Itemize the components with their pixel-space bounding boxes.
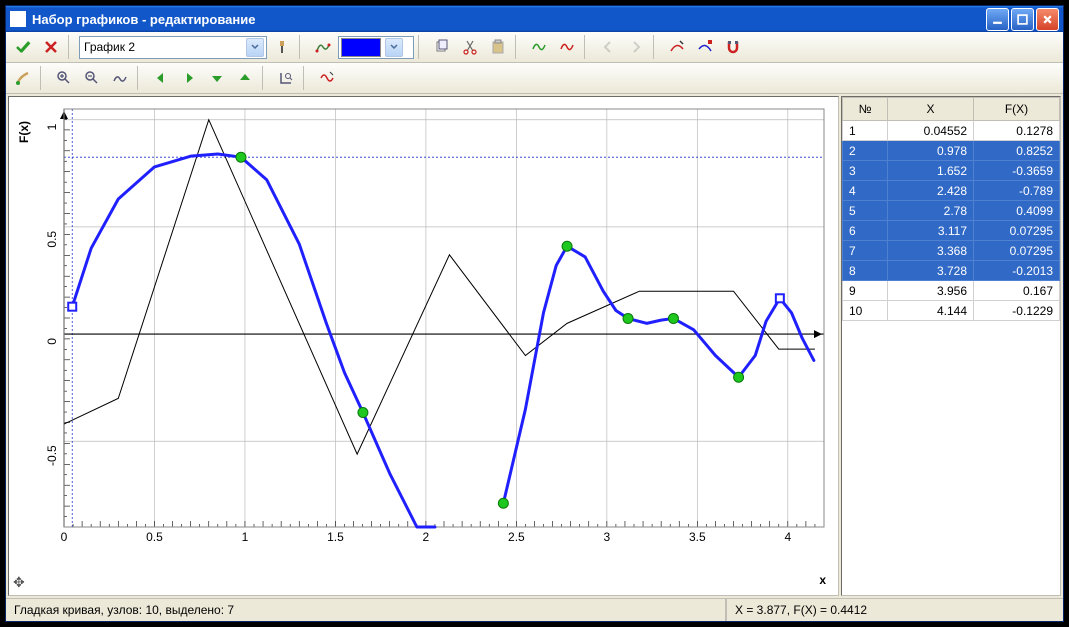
zoom-fit-icon[interactable] bbox=[107, 65, 133, 91]
chart-canvas[interactable]: 0 0.5 1 1.5 2 2.5 3 3.5 4 -0.5 0 0.5 1 bbox=[9, 97, 839, 557]
arrow-left-icon[interactable] bbox=[595, 34, 621, 60]
zoom-in-icon[interactable] bbox=[51, 65, 77, 91]
zoom-out-icon[interactable] bbox=[79, 65, 105, 91]
accept-icon[interactable] bbox=[10, 34, 36, 60]
status-left: Гладкая кривая, узлов: 10, выделено: 7 bbox=[6, 599, 726, 621]
graph-select[interactable]: График 2 bbox=[79, 36, 267, 59]
table-row[interactable]: 31.652-0.3659 bbox=[843, 161, 1060, 181]
curve-tool-icon[interactable] bbox=[310, 34, 336, 60]
svg-text:0: 0 bbox=[45, 338, 59, 345]
col-header-x[interactable]: X bbox=[888, 98, 974, 121]
copy-icon[interactable] bbox=[429, 34, 455, 60]
col-header-index[interactable]: № bbox=[843, 98, 888, 121]
y-axis-label: F(x) bbox=[17, 121, 31, 143]
chevron-down-icon[interactable] bbox=[246, 38, 264, 57]
window-title: Набор графиков - редактирование bbox=[32, 12, 986, 27]
svg-text:1: 1 bbox=[45, 123, 59, 130]
svg-text:1: 1 bbox=[242, 530, 249, 544]
x-axis-label: x bbox=[819, 573, 826, 587]
toolbar-view bbox=[6, 63, 1063, 94]
svg-text:2: 2 bbox=[423, 530, 430, 544]
table-row[interactable]: 73.3680.07295 bbox=[843, 241, 1060, 261]
app-icon bbox=[10, 11, 26, 27]
table-row[interactable]: 83.728-0.2013 bbox=[843, 261, 1060, 281]
table-row[interactable]: 10.045520.1278 bbox=[843, 121, 1060, 141]
close-button[interactable] bbox=[1036, 8, 1059, 31]
color-select[interactable] bbox=[338, 36, 414, 59]
hammer-icon[interactable] bbox=[269, 34, 295, 60]
minimize-button[interactable] bbox=[986, 8, 1009, 31]
pan-right-icon[interactable] bbox=[176, 65, 202, 91]
move-handle-icon[interactable]: ✥ bbox=[13, 574, 25, 591]
arrow-right-icon[interactable] bbox=[623, 34, 649, 60]
status-bar: Гладкая кривая, узлов: 10, выделено: 7 X… bbox=[6, 598, 1063, 621]
magnet-icon[interactable] bbox=[720, 34, 746, 60]
color-swatch bbox=[341, 38, 381, 57]
graph-select-value: График 2 bbox=[84, 40, 135, 54]
svg-text:3: 3 bbox=[604, 530, 611, 544]
pan-up-icon[interactable] bbox=[232, 65, 258, 91]
col-header-fx[interactable]: F(X) bbox=[974, 98, 1060, 121]
cut-icon[interactable] bbox=[457, 34, 483, 60]
svg-text:1.5: 1.5 bbox=[327, 530, 344, 544]
svg-text:0.5: 0.5 bbox=[45, 231, 59, 248]
svg-text:0: 0 bbox=[61, 530, 68, 544]
table-row[interactable]: 104.144-0.1229 bbox=[843, 301, 1060, 321]
svg-text:3.5: 3.5 bbox=[689, 530, 706, 544]
data-grid-panel: № X F(X) 10.045520.127820.9780.825231.65… bbox=[841, 96, 1061, 596]
maximize-button[interactable] bbox=[1011, 8, 1034, 31]
svg-text:-0.5: -0.5 bbox=[45, 445, 59, 466]
wave-red-icon[interactable] bbox=[554, 34, 580, 60]
svg-text:2.5: 2.5 bbox=[508, 530, 525, 544]
plot-area[interactable]: 0 0.5 1 1.5 2 2.5 3 3.5 4 -0.5 0 0.5 1 F(x) x ✥ bbox=[8, 96, 839, 596]
brush-icon[interactable] bbox=[10, 65, 36, 91]
pan-down-icon[interactable] bbox=[204, 65, 230, 91]
curve-edit-1-icon[interactable] bbox=[664, 34, 690, 60]
pan-left-icon[interactable] bbox=[148, 65, 174, 91]
data-grid[interactable]: № X F(X) 10.045520.127820.9780.825231.65… bbox=[842, 97, 1060, 321]
table-row[interactable]: 52.780.4099 bbox=[843, 201, 1060, 221]
svg-text:4: 4 bbox=[784, 530, 791, 544]
table-row[interactable]: 93.9560.167 bbox=[843, 281, 1060, 301]
chevron-down-icon[interactable] bbox=[385, 38, 403, 57]
table-row[interactable]: 20.9780.8252 bbox=[843, 141, 1060, 161]
axes-settings-icon[interactable] bbox=[273, 65, 299, 91]
toolbar-main: График 2 bbox=[6, 32, 1063, 63]
curve-edit-2-icon[interactable] bbox=[692, 34, 718, 60]
paste-icon[interactable] bbox=[485, 34, 511, 60]
wave-tool-icon[interactable] bbox=[314, 65, 340, 91]
table-row[interactable]: 63.1170.07295 bbox=[843, 221, 1060, 241]
svg-text:0.5: 0.5 bbox=[146, 530, 163, 544]
reject-icon[interactable] bbox=[38, 34, 64, 60]
table-row[interactable]: 42.428-0.789 bbox=[843, 181, 1060, 201]
title-bar: Набор графиков - редактирование bbox=[6, 6, 1063, 32]
status-right: X = 3.877, F(X) = 0.4412 bbox=[726, 599, 1063, 621]
wave-green-icon[interactable] bbox=[526, 34, 552, 60]
